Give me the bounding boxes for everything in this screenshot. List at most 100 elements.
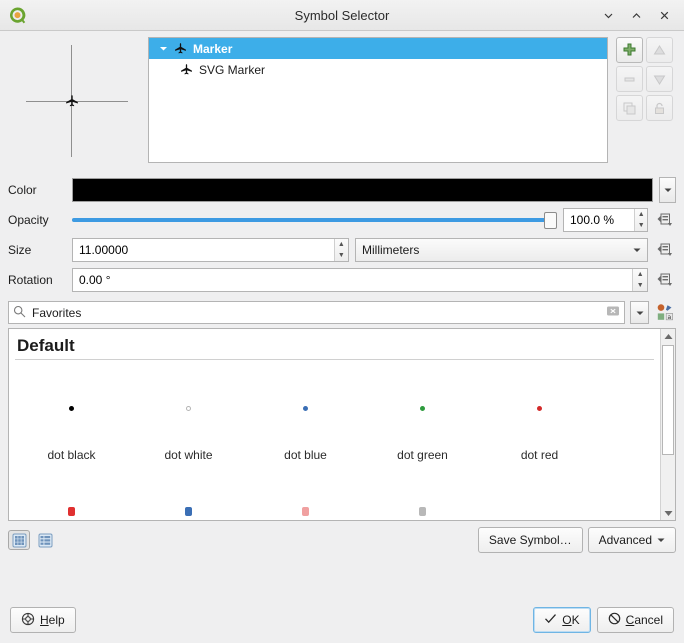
ok-rest: K [572,613,580,627]
advanced-button[interactable]: Advanced [588,527,676,553]
size-row: Size ▲ ▼ Millimeters [8,235,676,265]
lock-layer-button[interactable] [646,95,673,121]
symbol-layer-toolbar [616,37,676,171]
symbol-swatch [185,476,192,516]
opacity-input[interactable] [564,209,634,231]
symbol-selector-dialog: Symbol Selector [0,0,684,643]
spin-arrows[interactable]: ▲ ▼ [634,209,647,231]
opacity-slider[interactable] [72,208,557,232]
spin-up-icon[interactable]: ▲ [635,209,647,220]
clear-icon[interactable] [606,304,620,321]
opacity-data-defined-override-icon[interactable] [654,208,676,232]
symbol-layer-tree[interactable]: Marker SVG Marker [148,37,608,163]
symbol-item[interactable] [364,476,481,516]
color-label: Color [8,183,66,197]
color-swatch-button[interactable] [72,178,653,202]
size-spinbox[interactable]: ▲ ▼ [72,238,349,262]
airplane-icon [171,42,189,55]
rotation-input[interactable] [73,269,632,291]
size-data-defined-override-icon[interactable] [654,238,676,262]
window-title: Symbol Selector [0,8,684,23]
symbol-item[interactable] [13,476,130,516]
list-view-button[interactable] [34,530,56,550]
symbol-item[interactable]: dot red [481,368,598,462]
remove-symbol-layer-button[interactable] [616,66,643,92]
gallery-toolbar: Save Symbol… Advanced [0,521,684,553]
search-input[interactable]: Favorites [8,301,625,324]
size-unit-select[interactable]: Millimeters [355,238,648,262]
dialog-footer: Help OK Cancel [0,599,684,643]
opacity-label: Opacity [8,213,66,227]
scroll-down-icon[interactable] [661,506,675,520]
symbol-item[interactable] [130,476,247,516]
symbol-gallery[interactable]: Default dot blackdot whitedot bluedot gr… [8,328,676,521]
spin-down-icon[interactable]: ▼ [633,280,647,291]
symbol-swatch [419,476,426,516]
search-dropdown-button[interactable] [630,301,649,324]
symbol-layers-section: Marker SVG Marker [0,31,684,171]
symbol-swatch [303,368,308,448]
chevron-down-icon[interactable] [155,44,171,53]
symbol-item[interactable] [481,476,598,516]
move-down-button[interactable] [646,66,673,92]
opacity-spinbox[interactable]: ▲ ▼ [563,208,648,232]
move-up-button[interactable] [646,37,673,63]
cancel-button[interactable]: Cancel [597,607,674,633]
symbol-gallery-viewport: Default dot blackdot whitedot bluedot gr… [9,329,660,520]
color-dropdown-button[interactable] [659,177,676,203]
dot-marker-icon [185,507,192,516]
symbol-item[interactable]: dot white [130,368,247,462]
size-label: Size [8,243,66,257]
symbol-item[interactable]: dot blue [247,368,364,462]
rotation-spinbox[interactable]: ▲ ▼ [72,268,648,292]
tree-item-marker[interactable]: Marker [149,38,607,59]
symbol-swatch [536,476,543,516]
ok-button[interactable]: OK [533,607,590,633]
grid-view-button[interactable] [8,530,30,550]
close-button[interactable] [650,1,678,29]
window-controls [594,1,684,29]
spin-arrows[interactable]: ▲ ▼ [632,269,647,291]
symbol-grid-row [9,476,660,516]
spin-arrows[interactable]: ▲ ▼ [334,239,348,261]
minimize-button[interactable] [594,1,622,29]
scroll-up-icon[interactable] [661,329,675,343]
airplane-icon [177,63,195,76]
dot-marker-icon [537,406,542,411]
symbol-actions: Save Symbol… Advanced [478,527,676,553]
slider-fill [72,218,551,222]
symbol-item[interactable]: dot black [13,368,130,462]
lifebuoy-icon [21,612,35,629]
add-symbol-layer-button[interactable] [616,37,643,63]
spin-up-icon[interactable]: ▲ [335,239,348,250]
search-icon [13,305,26,321]
size-input[interactable] [73,239,334,261]
rotation-data-defined-override-icon[interactable] [654,268,676,292]
spin-down-icon[interactable]: ▼ [635,220,647,231]
gallery-scrollbar[interactable] [660,329,675,520]
scrollbar-thumb[interactable] [662,345,674,455]
style-manager-icon[interactable]: a [654,302,676,324]
symbol-label: dot blue [284,448,327,462]
slider-handle[interactable] [544,212,557,229]
ban-icon [608,612,621,628]
help-label: Help [40,613,65,627]
symbol-label: dot green [397,448,448,462]
save-symbol-button[interactable]: Save Symbol… [478,527,583,553]
symbol-item[interactable] [247,476,364,516]
symbol-preview [8,37,138,165]
symbol-grid-row: dot blackdot white dot blue dot green dot r… [9,368,660,462]
help-mnemonic: H [40,613,49,627]
maximize-button[interactable] [622,1,650,29]
dot-marker-icon [303,406,308,411]
dialog-buttons: OK Cancel [533,607,674,633]
view-mode-toggle [8,530,56,550]
tree-item-svg-marker[interactable]: SVG Marker [149,59,607,80]
help-button[interactable]: Help [10,607,76,633]
ok-label: OK [562,613,579,627]
symbol-item[interactable]: dot green [364,368,481,462]
duplicate-layer-button[interactable] [616,95,643,121]
spin-up-icon[interactable]: ▲ [633,269,647,280]
spin-down-icon[interactable]: ▼ [335,250,348,261]
symbol-swatch [420,368,425,448]
